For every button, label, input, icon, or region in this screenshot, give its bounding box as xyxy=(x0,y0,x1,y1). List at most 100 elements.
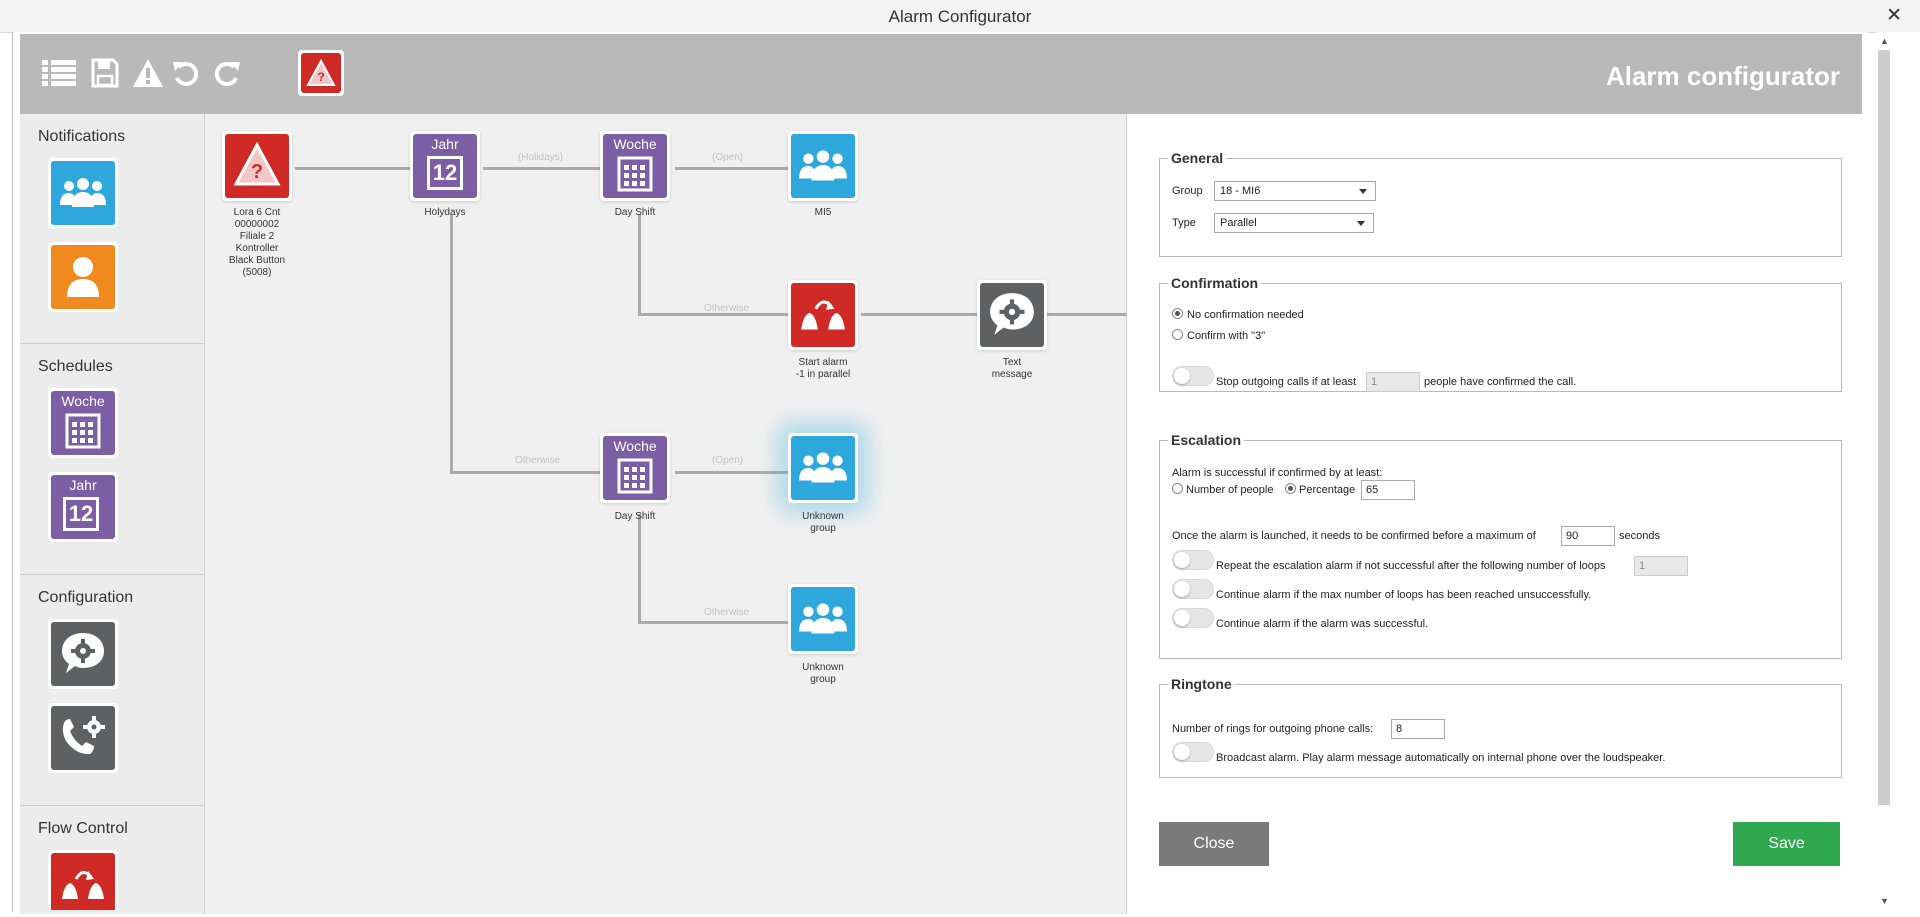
chevron-down-icon xyxy=(1357,221,1365,226)
repeat-escalation-label: Repeat the escalation alarm if not succe… xyxy=(1216,560,1606,572)
percentage-radio[interactable] xyxy=(1285,483,1296,494)
node-label: Text message xyxy=(991,357,1033,380)
undo-icon[interactable] xyxy=(167,54,205,92)
palette-phone-tile[interactable] xyxy=(48,703,118,773)
palette-section-flow-control: Flow Control xyxy=(20,806,204,914)
escalation-legend: Escalation xyxy=(1171,432,1242,448)
group-select[interactable]: 18 - MI6 xyxy=(1214,181,1376,201)
percentage-label: Percentage xyxy=(1299,484,1356,496)
flow-edge xyxy=(450,214,453,474)
week-label: Woche xyxy=(613,438,657,454)
palette-section-title: Flow Control xyxy=(38,820,128,837)
flow-node-day-shift[interactable]: Woche xyxy=(600,433,670,503)
edge-label: Otherwise xyxy=(515,455,561,466)
warning-icon[interactable] xyxy=(129,54,167,92)
broadcast-alarm-toggle[interactable] xyxy=(1172,742,1214,762)
seconds-label: seconds xyxy=(1619,530,1660,542)
node-palette-sidebar: Notifications Schedules Woche Jahr 12 Co… xyxy=(20,114,205,914)
node-label: Holydays xyxy=(424,207,466,218)
window-close-button[interactable]: ✕ xyxy=(1886,4,1902,27)
redo-icon[interactable] xyxy=(208,54,246,92)
node-label: Lora 6 Cnt 00000002 Filiale 2 Kontroller… xyxy=(228,207,286,278)
flow-node-trigger[interactable]: ? xyxy=(222,131,292,201)
node-label: Start alarm -1 in parallel xyxy=(795,357,851,380)
node-label: MI5 xyxy=(814,207,832,218)
continue-on-success-toggle[interactable] xyxy=(1172,608,1214,628)
year-label: Jahr xyxy=(69,477,97,493)
flow-node-start-alarm[interactable] xyxy=(788,280,858,350)
year-label: Jahr xyxy=(431,136,459,152)
flow-edge xyxy=(638,621,808,624)
start-alarm-icon xyxy=(791,283,855,347)
page-title: Alarm configurator xyxy=(1605,61,1840,91)
percentage-input[interactable] xyxy=(1361,480,1415,500)
scrollbar-thumb[interactable] xyxy=(1878,50,1890,805)
type-select[interactable]: Parallel xyxy=(1214,213,1374,233)
stop-outgoing-label: Stop outgoing calls if at least xyxy=(1216,376,1357,388)
palette-message-tile[interactable] xyxy=(48,619,118,689)
chevron-down-icon xyxy=(1359,189,1367,194)
broadcast-alarm-label: Broadcast alarm. Play alarm message auto… xyxy=(1216,752,1666,764)
close-button[interactable]: Close xyxy=(1159,822,1269,866)
flow-node-unknown-group-selected[interactable] xyxy=(788,433,858,503)
stop-outgoing-count-input[interactable] xyxy=(1366,372,1420,392)
week-calendar-icon: Woche xyxy=(603,436,667,500)
edge-label: Otherwise xyxy=(704,303,750,314)
stop-outgoing-calls-toggle[interactable] xyxy=(1172,366,1214,386)
list-icon[interactable] xyxy=(40,54,78,92)
number-of-people-radio[interactable] xyxy=(1172,483,1183,494)
palette-section-configuration: Configuration xyxy=(20,575,204,806)
confirm-with-3-radio[interactable] xyxy=(1172,329,1183,340)
palette-section-schedules: Schedules Woche Jahr 12 xyxy=(20,344,204,575)
continue-max-loops-toggle[interactable] xyxy=(1172,579,1214,599)
flow-canvas[interactable]: (Holidays) (Open) Otherwise Otherwise (O… xyxy=(205,114,1126,914)
flow-node-mi5[interactable] xyxy=(788,131,858,201)
no-confirmation-label: No confirmation needed xyxy=(1187,309,1304,321)
flow-edge xyxy=(638,214,641,316)
palette-year-tile[interactable]: Jahr 12 xyxy=(48,472,118,542)
group-icon xyxy=(791,436,855,500)
palette-section-title: Schedules xyxy=(38,358,113,375)
no-confirmation-radio[interactable] xyxy=(1172,308,1183,319)
week-label: Woche xyxy=(613,136,657,152)
start-alarm-icon xyxy=(51,853,115,910)
scroll-up-arrow[interactable]: ▲ xyxy=(1880,36,1889,46)
palette-start-alarm-tile[interactable] xyxy=(48,850,118,910)
message-gear-icon xyxy=(980,283,1044,347)
year-calendar-icon: Jahr 12 xyxy=(413,134,477,198)
group-icon xyxy=(791,587,855,651)
alarm-trigger-icon: ? xyxy=(225,134,289,198)
scroll-down-arrow[interactable]: ▼ xyxy=(1880,896,1889,906)
year-number: 12 xyxy=(63,497,99,531)
toolbar: ? Alarm configurator xyxy=(20,34,1862,114)
node-label: Unknown group xyxy=(802,662,844,685)
rings-count-label: Number of rings for outgoing phone calls… xyxy=(1172,723,1374,735)
flow-edge xyxy=(861,313,977,316)
flow-node-unknown-group[interactable] xyxy=(788,584,858,654)
alarm-trigger-icon[interactable]: ? xyxy=(298,50,344,96)
max-time-input[interactable] xyxy=(1561,526,1615,546)
success-threshold-label: Alarm is successful if confirmed by at l… xyxy=(1172,467,1383,479)
save-button[interactable]: Save xyxy=(1733,822,1840,866)
repeat-escalation-toggle[interactable] xyxy=(1172,550,1214,570)
type-select-value: Parallel xyxy=(1220,217,1257,229)
window-titlebar: Alarm Configurator ✕ xyxy=(0,0,1920,33)
max-time-label: Once the alarm is launched, it needs to … xyxy=(1172,530,1536,542)
general-fieldset: General xyxy=(1159,150,1842,257)
repeat-loops-input[interactable] xyxy=(1634,556,1688,576)
palette-week-tile[interactable]: Woche xyxy=(48,388,118,458)
year-number: 12 xyxy=(427,156,463,190)
edge-label: (Open) xyxy=(712,152,744,163)
save-icon[interactable] xyxy=(86,54,124,92)
palette-section-title: Configuration xyxy=(38,589,134,606)
edge-label: Otherwise xyxy=(704,607,750,618)
flow-node-holidays[interactable]: Jahr 12 xyxy=(410,131,480,201)
flow-node-text-message[interactable] xyxy=(977,280,1047,350)
node-label: Day Shift xyxy=(614,511,656,522)
rings-count-input[interactable] xyxy=(1391,719,1445,739)
svg-text:?: ? xyxy=(251,161,263,183)
palette-group-tile[interactable] xyxy=(48,158,118,228)
palette-person-tile[interactable] xyxy=(48,242,118,312)
group-icon xyxy=(51,161,115,225)
flow-node-day-shift[interactable]: Woche xyxy=(600,131,670,201)
